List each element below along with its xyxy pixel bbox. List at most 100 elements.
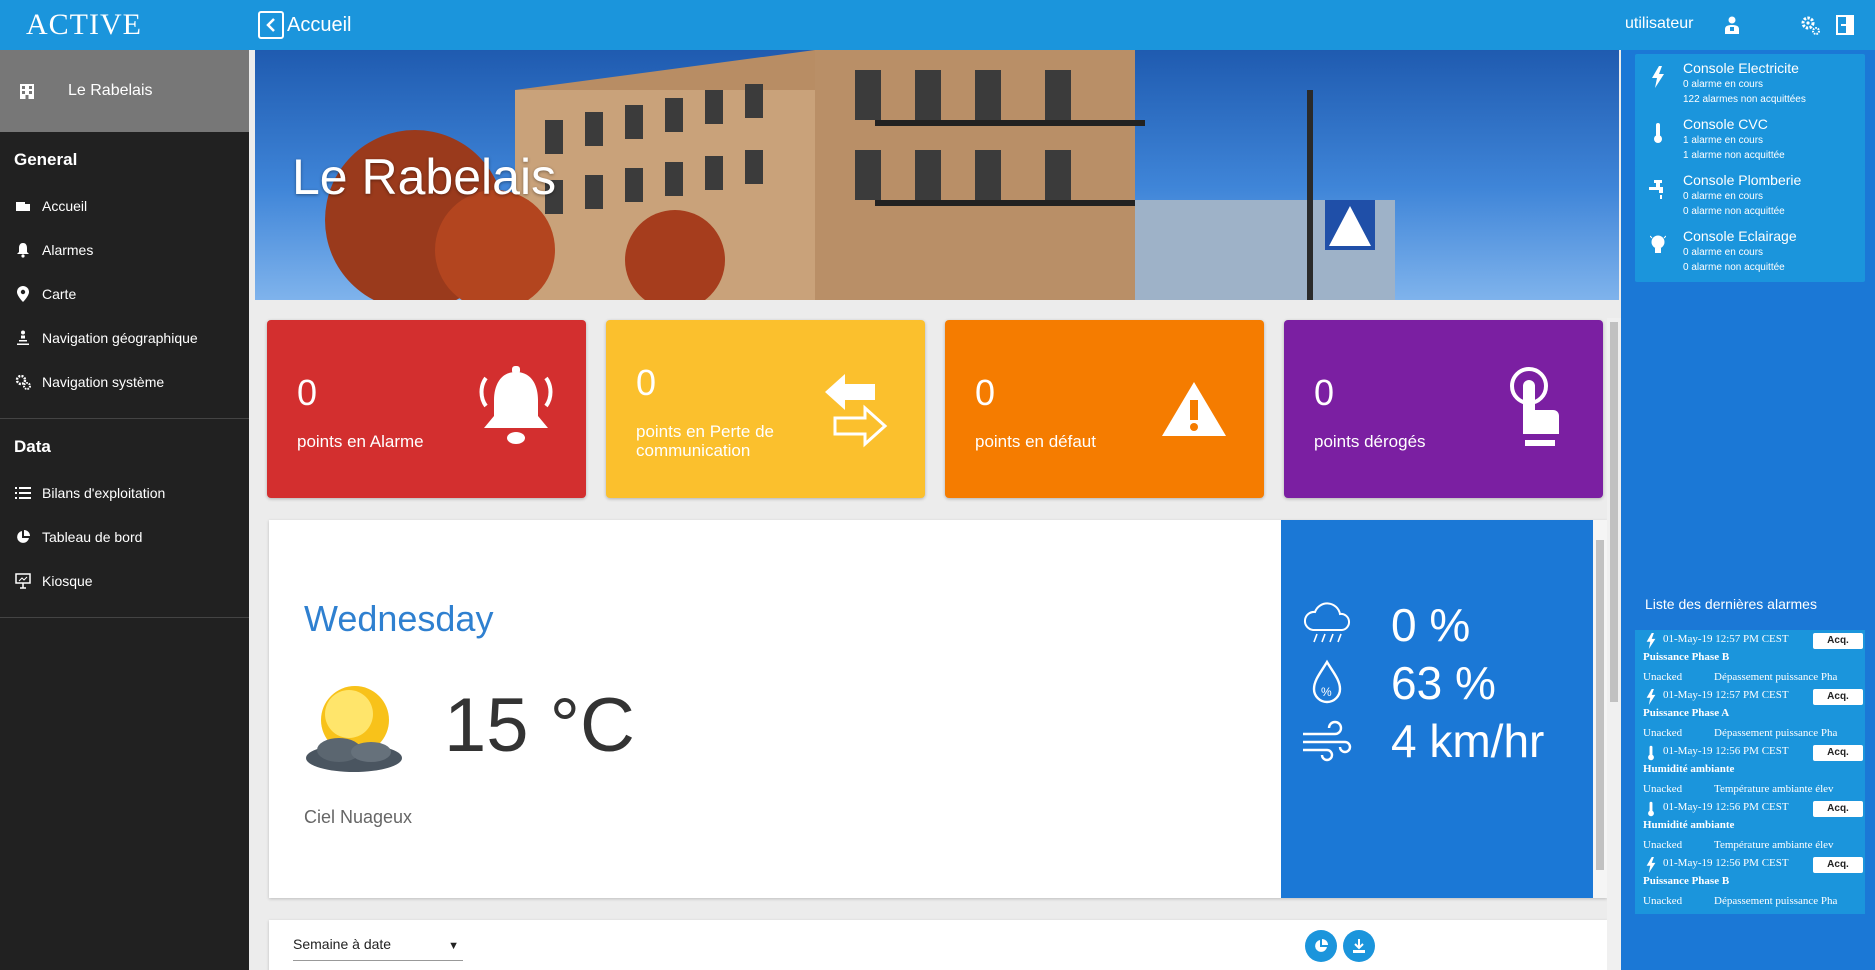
alarm-name: Puissance Phase B [1643, 875, 1730, 887]
report-card: Semaine à date ▼ [269, 920, 1607, 970]
weather-day: Wednesday [304, 598, 494, 639]
precip-row: 0 % [1301, 598, 1470, 652]
tile-alarm[interactable]: 0 points en Alarme [267, 320, 586, 498]
download-button[interactable] [1343, 930, 1375, 962]
nav-kiosque[interactable]: Kiosque [0, 559, 249, 603]
pie-icon [1315, 939, 1328, 952]
main-content: Le Rabelais 0 points en Alarme 0 points … [249, 50, 1621, 970]
thermometer-icon [1648, 745, 1654, 761]
alarm-item[interactable]: 01-May-19 12:57 PM CEST Acq. Puissance P… [1635, 686, 1865, 746]
chevron-left-icon [266, 18, 275, 32]
alarm-date: 01-May-19 12:57 PM CEST [1663, 633, 1789, 645]
alarm-state: Unacked [1643, 895, 1683, 907]
console-eclairage[interactable]: Console Eclairage 0 alarme en cours 0 al… [1635, 222, 1865, 282]
nav-label: Accueil [42, 198, 88, 214]
user-name[interactable]: utilisateur [1625, 15, 1693, 33]
top-bar: Accueil utilisateur [249, 0, 1875, 50]
tile-comm-loss[interactable]: 0 points en Perte de communication [606, 320, 925, 498]
humidity-drop-icon: % [1312, 659, 1342, 704]
console-unack: 0 alarme non acquittée [1683, 262, 1785, 273]
console-title: Console Electricite [1683, 60, 1799, 76]
alarm-date: 01-May-19 12:56 PM CEST [1663, 857, 1789, 869]
download-icon [1353, 939, 1365, 953]
alarm-state: Unacked [1643, 783, 1683, 795]
tile-value: 0 [975, 372, 996, 413]
wind-icon [1303, 720, 1352, 762]
hand-pointer-icon [1493, 364, 1573, 454]
tile-value: 0 [297, 372, 318, 413]
weather-scrollbar[interactable] [1593, 520, 1607, 898]
brand-name: ACTIVE [26, 8, 142, 41]
precip-value: 0 % [1391, 599, 1471, 651]
weather-description: Ciel Nuageux [304, 807, 413, 827]
console-active: 0 alarme en cours [1683, 247, 1764, 258]
lightning-icon [1646, 689, 1656, 705]
acknowledge-button[interactable]: Acq. [1813, 689, 1863, 705]
console-electricite[interactable]: Console Electricite 0 alarme en cours 12… [1635, 54, 1865, 114]
divider [0, 617, 249, 618]
acknowledge-button[interactable]: Acq. [1813, 857, 1863, 873]
tile-derogated[interactable]: 0 points dérogés [1284, 320, 1603, 498]
console-unack: 1 alarme non acquittée [1683, 150, 1785, 161]
pie-icon [14, 528, 32, 546]
alarm-item[interactable]: 01-May-19 12:56 PM CEST Acq. Puissance P… [1635, 854, 1865, 914]
right-panel: Console Electricite 0 alarme en cours 12… [1621, 50, 1875, 970]
thermometer-icon [1647, 120, 1669, 146]
map-pin-icon [14, 285, 32, 303]
site-name: Le Rabelais [68, 82, 153, 99]
data-section-title: Data [14, 437, 51, 456]
alarms-list-title: Liste des dernières alarmes [1645, 596, 1817, 612]
alarm-state: Unacked [1643, 671, 1683, 683]
bulb-icon [1647, 232, 1669, 258]
nav-label: Kiosque [42, 573, 93, 589]
lightning-icon [1646, 633, 1656, 649]
tile-label: points en défaut [975, 432, 1096, 451]
alarm-date: 01-May-19 12:56 PM CEST [1663, 745, 1789, 757]
humidity-row: % 63 % [1301, 656, 1496, 710]
alarm-state: Unacked [1643, 727, 1683, 739]
acknowledge-button[interactable]: Acq. [1813, 633, 1863, 649]
nav-carte[interactable]: Carte [0, 272, 249, 316]
alarm-item[interactable]: 01-May-19 12:56 PM CEST Acq. Humidité am… [1635, 798, 1865, 858]
thermometer-icon [1648, 801, 1654, 817]
chart-button[interactable] [1305, 930, 1337, 962]
acknowledge-button[interactable]: Acq. [1813, 745, 1863, 761]
site-selector[interactable]: Le Rabelais [0, 50, 249, 132]
alarm-name: Humidité ambiante [1643, 763, 1735, 775]
alarm-description: Dépassement puissance Pha [1714, 671, 1838, 683]
nav-bilans[interactable]: Bilans d'exploitation [0, 471, 249, 515]
nav-label: Navigation géographique [42, 330, 198, 346]
page-title: Accueil [287, 13, 352, 36]
tile-fault[interactable]: 0 points en défaut [945, 320, 1264, 498]
sidebar: ACTIVE Le Rabelais General Accueil Alarm… [0, 0, 249, 970]
console-plomberie[interactable]: Console Plomberie 0 alarme en cours 0 al… [1635, 166, 1865, 226]
lightning-icon [1647, 64, 1669, 90]
nav-geo[interactable]: Navigation géographique [0, 316, 249, 360]
console-title: Console Eclairage [1683, 228, 1797, 244]
bell-icon [14, 241, 32, 259]
nav-alarmes[interactable]: Alarmes [0, 228, 249, 272]
back-button[interactable] [258, 11, 284, 39]
logo[interactable]: ACTIVE [0, 0, 249, 50]
home-icon [14, 197, 32, 215]
alarm-item[interactable]: 01-May-19 12:57 PM CEST Acq. Puissance P… [1635, 630, 1865, 690]
user-icon[interactable] [1719, 12, 1745, 38]
humidity-value: 63 % [1391, 657, 1496, 709]
acknowledge-button[interactable]: Acq. [1813, 801, 1863, 817]
console-cvc[interactable]: Console CVC 1 alarme en cours 1 alarme n… [1635, 110, 1865, 170]
geo-nav-icon [14, 329, 32, 347]
nav-accueil[interactable]: Accueil [0, 184, 249, 228]
nav-tableau[interactable]: Tableau de bord [0, 515, 249, 559]
hero-title: Le Rabelais [292, 149, 557, 205]
settings-icon[interactable] [1797, 12, 1823, 38]
lightning-icon [1646, 857, 1656, 873]
logout-icon[interactable] [1833, 12, 1859, 38]
nav-label: Alarmes [42, 242, 94, 258]
period-select[interactable]: Semaine à date ▼ [293, 936, 463, 961]
alarm-item[interactable]: 01-May-19 12:56 PM CEST Acq. Humidité am… [1635, 742, 1865, 802]
nav-systeme[interactable]: Navigation système [0, 360, 249, 404]
alarm-description: Température ambiante élev [1714, 783, 1834, 795]
nav-label: Navigation système [42, 374, 165, 390]
nav-label: Tableau de bord [42, 529, 143, 545]
main-scrollbar[interactable] [1607, 318, 1621, 970]
